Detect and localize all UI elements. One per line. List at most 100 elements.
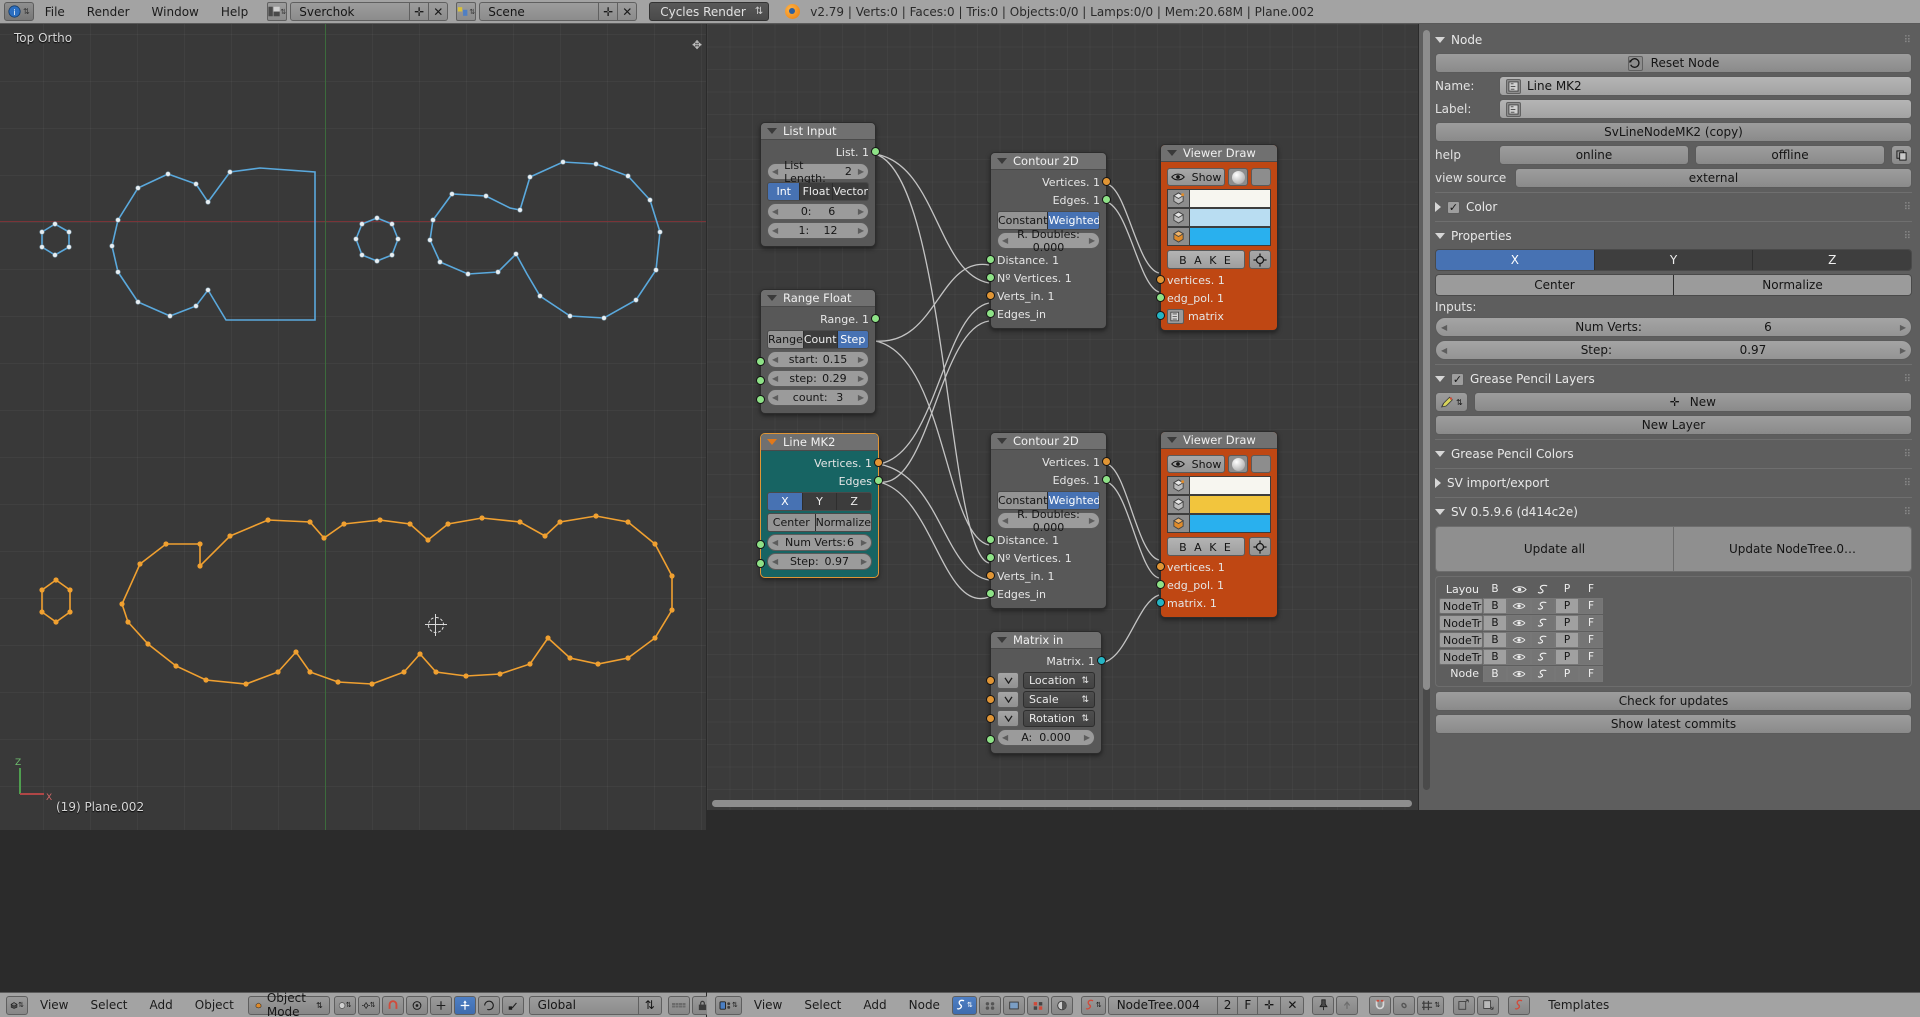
cell-b[interactable]: B <box>1483 615 1507 631</box>
scene-icon[interactable]: ⇅ <box>456 2 477 21</box>
help-online-button[interactable]: online <box>1499 145 1689 165</box>
menu-render[interactable]: Render <box>76 0 141 24</box>
input-socket-step[interactable] <box>756 376 765 385</box>
pivot-point-icon[interactable]: ⇅ <box>357 995 380 1015</box>
increment-arrow-icon[interactable]: ▶ <box>858 226 864 235</box>
increment-arrow-icon[interactable]: ▶ <box>1900 323 1906 332</box>
cell-b[interactable]: B <box>1483 649 1507 665</box>
cell-p[interactable]: P <box>1555 632 1579 648</box>
input-socket-row-matrix[interactable]: matrix. 1 <box>1156 594 1271 612</box>
range-mode-segmented[interactable]: Range Count Step <box>767 330 869 349</box>
location-dropdown[interactable]: Location ⇅ <box>1023 672 1095 689</box>
remove-doubles-field[interactable]: ◀ R. Doubles: 0.000 ▶ <box>997 508 1100 534</box>
nodetree-delete-icon[interactable]: ✕ <box>1281 995 1305 1015</box>
increment-arrow-icon[interactable]: ▶ <box>1900 346 1906 355</box>
input-socket-row-edges-in[interactable]: Edges_in <box>986 305 1100 323</box>
decrement-arrow-icon[interactable]: ◀ <box>772 393 778 402</box>
bake-button[interactable]: B A K E <box>1167 537 1245 556</box>
section-header-grease-pencil-colors[interactable]: Grease Pencil Colors ⠿ <box>1435 444 1912 464</box>
cell-eye-icon[interactable] <box>1507 615 1531 631</box>
remove-doubles-field[interactable]: ◀ R. Doubles: 0.000 ▶ <box>997 228 1100 254</box>
node-menu-select[interactable]: Select <box>793 993 852 1017</box>
node-header[interactable]: Line MK2 <box>761 434 878 451</box>
increment-arrow-icon[interactable]: ▶ <box>858 393 864 402</box>
seg-center[interactable]: Center <box>768 514 816 531</box>
cell-eye-icon[interactable] <box>1507 649 1531 665</box>
collapse-triangle-icon[interactable] <box>997 438 1007 444</box>
compositor-tree-icon[interactable] <box>1002 995 1025 1015</box>
menu-help[interactable]: Help <box>210 0 259 24</box>
rotate-manipulator-icon[interactable] <box>477 995 500 1015</box>
matrix-icon[interactable] <box>1167 308 1184 324</box>
node-menu-node[interactable]: Node <box>898 993 951 1017</box>
output-socket-row-vertices[interactable]: Vertices. 1 <box>997 173 1111 191</box>
material-sphere-icon[interactable] <box>1050 995 1073 1015</box>
input-socket-dot[interactable] <box>1156 311 1165 320</box>
node-header[interactable]: Range Float <box>761 290 875 307</box>
grease-pencil-checkbox[interactable]: ✓ <box>1451 372 1464 386</box>
input-socket-location[interactable] <box>986 676 995 685</box>
cell-f[interactable]: F <box>1579 632 1603 648</box>
editor-type-3dview-icon[interactable]: ⇅ <box>6 995 28 1015</box>
output-socket-dot[interactable] <box>1102 475 1111 484</box>
expand-triangle-icon[interactable] <box>1435 451 1445 457</box>
angle-field[interactable]: ◀ A: 0.000 ▶ <box>997 729 1095 746</box>
seg-axis-z[interactable]: Z <box>1753 250 1911 270</box>
expand-triangle-icon[interactable] <box>1435 509 1445 515</box>
input-socket-row-nvertices[interactable]: Nº Vertices. 1 <box>986 549 1100 567</box>
node-contour-2d-top[interactable]: Contour 2D Vertices. 1 Edges. 1 Constant… <box>986 152 1111 329</box>
link-node-icon[interactable] <box>1393 995 1416 1015</box>
node-contour-2d-bottom[interactable]: Contour 2D Vertices. 1 Edges. 1 Constant… <box>986 432 1111 609</box>
node-editor-hscrollbar[interactable] <box>712 800 1412 807</box>
collapse-triangle-icon[interactable] <box>997 158 1007 164</box>
color-row-vertices[interactable] <box>1167 189 1271 208</box>
cell-p[interactable]: P <box>1555 598 1579 614</box>
add-scene-icon[interactable]: ✛ <box>599 2 619 21</box>
mode-segmented[interactable]: Center Normalize <box>1435 274 1912 296</box>
editor-type-info-icon[interactable]: i ⇅ <box>4 2 34 21</box>
viewport-menu-object[interactable]: Object <box>184 993 245 1017</box>
go-to-parent-icon[interactable] <box>1336 995 1359 1015</box>
node-editor[interactable]: List Input List. 1 ◀ List Length: 2 ▶ In… <box>707 24 1418 810</box>
cell-f[interactable]: F <box>1579 615 1603 631</box>
bake-target-icon[interactable] <box>1249 250 1271 269</box>
collapse-triangle-icon[interactable] <box>1435 478 1441 488</box>
transform-orientation-arrow-icon[interactable]: ⇅ <box>638 995 662 1015</box>
vertex-color-swatch[interactable] <box>1190 190 1270 207</box>
input-socket-dot[interactable] <box>1156 580 1165 589</box>
increment-arrow-icon[interactable]: ▶ <box>1089 236 1095 245</box>
translate-manipulator-icon[interactable] <box>453 995 476 1015</box>
output-socket-row-edges[interactable]: Edges <box>767 472 883 490</box>
step-field[interactable]: ◀ step: 0.29 ▶ <box>767 370 869 387</box>
cell-b[interactable]: B <box>1483 598 1507 614</box>
seg-float[interactable]: Float <box>800 183 833 200</box>
input-socket-dot[interactable] <box>1156 293 1165 302</box>
reset-node-button[interactable]: Reset Node <box>1435 53 1912 73</box>
grip-dots-icon[interactable]: ⠿ <box>1904 202 1912 213</box>
face-color-swatch[interactable] <box>1190 515 1270 532</box>
input-socket-row-vertices[interactable]: vertices. 1 <box>1156 558 1271 576</box>
output-socket-dot[interactable] <box>1097 656 1106 665</box>
face-color-swatch[interactable] <box>1190 228 1270 245</box>
bake-button[interactable]: B A K E <box>1167 250 1245 269</box>
node-viewer-draw-top[interactable]: Viewer Draw Show B A K E vertices. 1 edg… <box>1156 144 1278 331</box>
grip-dots-icon[interactable]: ⠿ <box>1904 478 1912 489</box>
node-copy-icon[interactable] <box>1453 995 1476 1015</box>
cell-f[interactable]: F <box>1579 598 1603 614</box>
cell-f[interactable]: F <box>1579 649 1603 665</box>
seg-count[interactable]: Count <box>803 331 838 348</box>
seg-axis-y[interactable]: Y <box>802 493 838 510</box>
section-header-color[interactable]: ✓ Color ⠿ <box>1435 197 1912 217</box>
cell-process-icon[interactable] <box>1531 666 1555 682</box>
layers-icon[interactable] <box>667 995 690 1015</box>
cell-p[interactable]: P <box>1555 649 1579 665</box>
collapse-triangle-icon[interactable] <box>1435 202 1441 212</box>
node-name-input[interactable]: Line MK2 <box>1499 76 1912 96</box>
output-socket-dot[interactable] <box>874 476 883 485</box>
output-socket-dot[interactable] <box>1102 457 1111 466</box>
input-socket-dot[interactable] <box>1156 562 1165 571</box>
input-socket-step[interactable] <box>756 559 765 568</box>
add-screen-layout-icon[interactable]: ✛ <box>410 2 430 21</box>
decrement-arrow-icon[interactable]: ◀ <box>1441 323 1447 332</box>
properties-scrollbar[interactable] <box>1423 30 1430 790</box>
